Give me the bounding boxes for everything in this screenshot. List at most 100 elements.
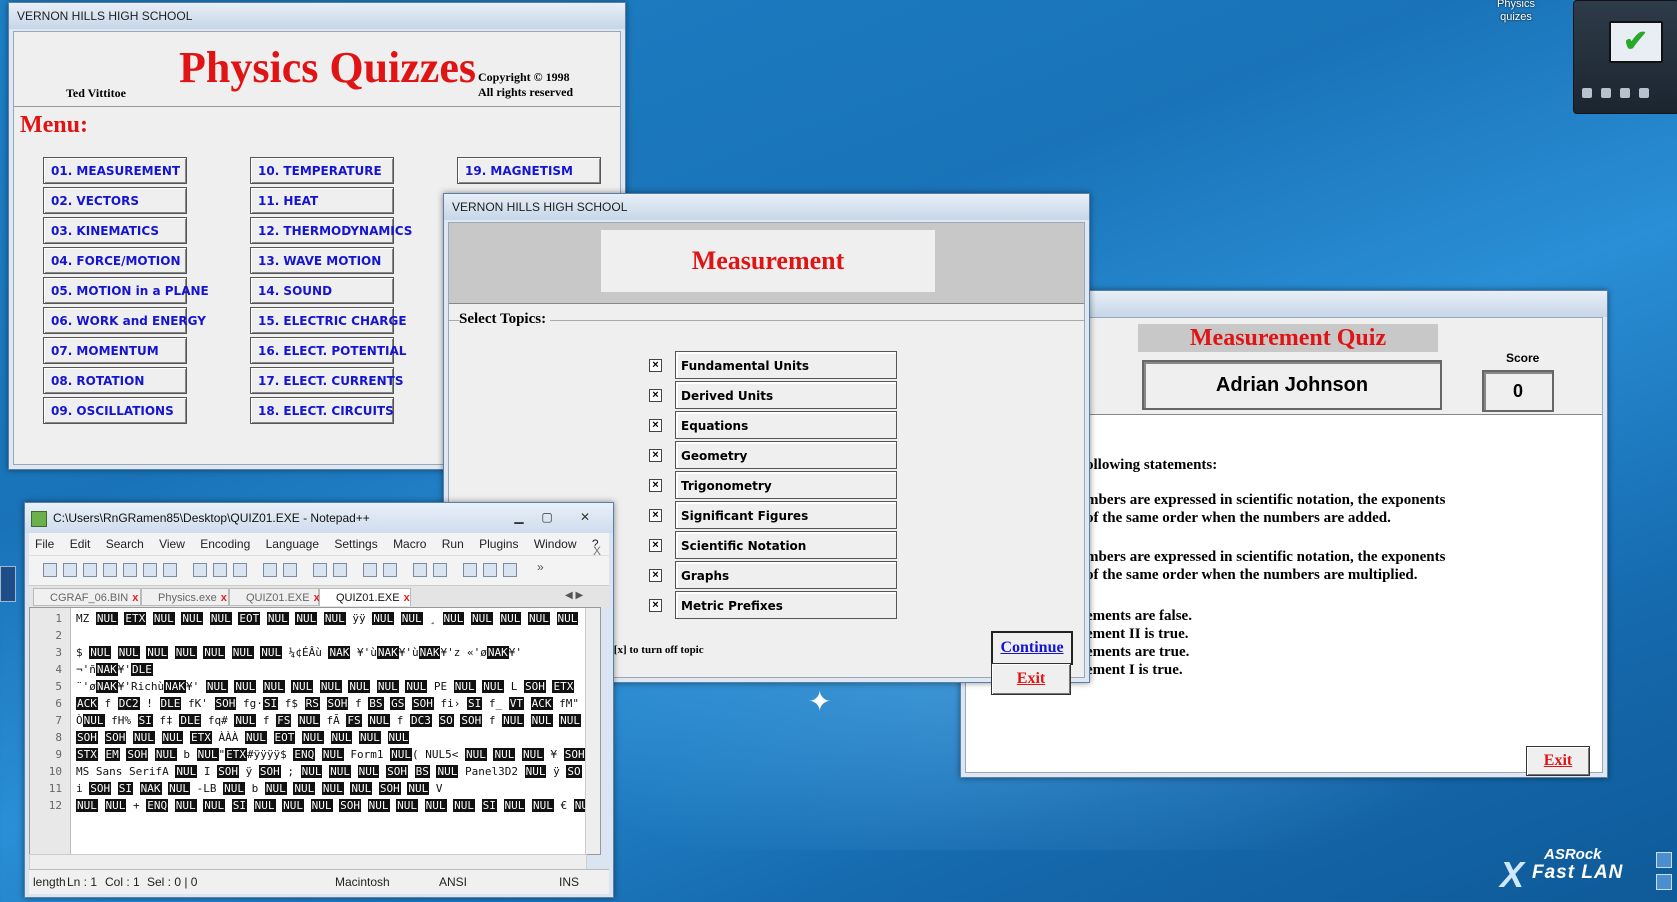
vertical-scrollbar[interactable]	[585, 608, 600, 854]
code-line: MZ NUL ETX NUL NUL NUL EOT NUL NUL NUL ÿ…	[76, 612, 579, 625]
window-title[interactable]: VERNON HILLS HIGH SCHOOL	[444, 194, 1089, 220]
menu-macro[interactable]: Macro	[393, 537, 426, 551]
cut-icon[interactable]	[193, 563, 207, 577]
print-icon[interactable]	[163, 563, 177, 577]
topic-button-heat[interactable]: 11. HEAT	[250, 187, 394, 214]
replace-icon[interactable]	[333, 563, 347, 577]
exit-button[interactable]: Exit	[991, 663, 1071, 695]
topic-checkbox[interactable]: ×	[649, 419, 662, 432]
topic-button-rotation[interactable]: 08. ROTATION	[43, 367, 187, 394]
gadget-icon[interactable]	[1582, 88, 1592, 98]
gadget-icon[interactable]	[1639, 88, 1649, 98]
window-title[interactable]: VERNON HILLS HIGH SCHOOL	[9, 3, 625, 29]
topic-button-electric-charge[interactable]: 15. ELECTRIC CHARGE	[250, 307, 407, 334]
topic-button-kinematics[interactable]: 03. KINEMATICS	[43, 217, 187, 244]
topic-button-momentum[interactable]: 07. MOMENTUM	[43, 337, 187, 364]
topic-button-elect-currents[interactable]: 17. ELECT. CURRENTS	[250, 367, 403, 394]
topic-button-sound[interactable]: 14. SOUND	[250, 277, 394, 304]
save-all-icon[interactable]	[103, 563, 117, 577]
topic-checkbox[interactable]: ×	[649, 449, 662, 462]
topic-checkbox[interactable]: ×	[649, 539, 662, 552]
menu-run[interactable]: Run	[442, 537, 464, 551]
show-all-chars-icon[interactable]	[483, 563, 497, 577]
tab-scroll-icon[interactable]: ◀ ▶	[565, 590, 583, 601]
sync-vertical-icon[interactable]	[413, 563, 427, 577]
menu-language[interactable]: Language	[266, 537, 319, 551]
minimize-icon[interactable]: ▁	[507, 508, 531, 526]
line-number: 7	[55, 714, 62, 727]
close-all-icon[interactable]	[143, 563, 157, 577]
topic-button-wave-motion[interactable]: 13. WAVE MOTION	[250, 247, 394, 274]
menu-search[interactable]: Search	[106, 537, 144, 551]
new-file-icon[interactable]	[43, 563, 57, 577]
tab-cgraf[interactable]: CGRAF_06.BIN x	[33, 588, 141, 606]
tray-icon[interactable]	[1656, 852, 1672, 868]
menu-file[interactable]: File	[35, 537, 54, 551]
desktop-shortcut-label[interactable]: Physics quizes	[1494, 0, 1538, 24]
topic-checkbox[interactable]: ×	[649, 479, 662, 492]
topic-button-elect-circuits[interactable]: 18. ELECT. CIRCUITS	[250, 397, 394, 424]
line-number: 11	[48, 782, 62, 795]
answer-option[interactable]: ements are false.	[1086, 607, 1192, 626]
topic-button-work-energy[interactable]: 06. WORK and ENERGY	[43, 307, 206, 334]
gadget-icon[interactable]	[1601, 88, 1611, 98]
answer-option[interactable]: ements are true.	[1086, 643, 1189, 662]
horizontal-scrollbar[interactable]	[29, 854, 587, 870]
menu-plugins[interactable]: Plugins	[479, 537, 518, 551]
desktop-icon-partial[interactable]	[0, 566, 16, 602]
topic-checkbox[interactable]: ×	[649, 389, 662, 402]
notepadpp-window: C:\Users\RnGRamen85\Desktop\QUIZ01.EXE -…	[24, 502, 614, 898]
menu-view[interactable]: View	[159, 537, 185, 551]
topic-checkbox[interactable]: ×	[649, 569, 662, 582]
menu-encoding[interactable]: Encoding	[200, 537, 250, 551]
save-icon[interactable]	[83, 563, 97, 577]
close-icon[interactable]: ✕	[573, 508, 597, 526]
toolbar-overflow-icon[interactable]: »	[537, 560, 544, 574]
word-wrap-icon[interactable]	[463, 563, 477, 577]
topic-checkbox[interactable]: ×	[649, 509, 662, 522]
gadget-icon[interactable]	[1620, 88, 1630, 98]
topic-button-measurement[interactable]: 01. MEASUREMENT	[43, 157, 187, 184]
menu-settings[interactable]: Settings	[334, 537, 377, 551]
tab-close-icon[interactable]: x	[221, 592, 227, 604]
topic-checkbox[interactable]: ×	[649, 359, 662, 372]
sync-horizontal-icon[interactable]	[433, 563, 447, 577]
paste-icon[interactable]	[233, 563, 247, 577]
asrock-fastlan-widget[interactable]: X ASRock Fast LAN	[1486, 842, 1646, 902]
undo-icon[interactable]	[263, 563, 277, 577]
find-icon[interactable]	[313, 563, 327, 577]
tab-quiz01-exe[interactable]: QUIZ01.EXE x	[229, 588, 320, 606]
code-editor[interactable]: 1 2 3 4 5 6 7 8 9 10 11 12 MZ NUL ETX NU…	[29, 607, 601, 855]
redo-icon[interactable]	[283, 563, 297, 577]
menu-edit[interactable]: Edit	[70, 537, 91, 551]
open-file-icon[interactable]	[63, 563, 77, 577]
continue-button[interactable]: Continue	[991, 631, 1073, 665]
tab-quiz01-exe-active[interactable]: QUIZ01.EXE x	[319, 588, 411, 606]
topic-button-magnetism[interactable]: 19. MAGNETISM	[457, 157, 601, 184]
topic-button-vectors[interactable]: 02. VECTORS	[43, 187, 187, 214]
topic-button-force-motion[interactable]: 04. FORCE/MOTION	[43, 247, 187, 274]
tab-close-icon[interactable]: x	[132, 592, 138, 604]
menu-window[interactable]: Window	[534, 537, 577, 551]
zoom-out-icon[interactable]	[383, 563, 397, 577]
tab-physics-exe[interactable]: Physics.exe x	[141, 588, 229, 606]
window-title[interactable]: C:\Users\RnGRamen85\Desktop\QUIZ01.EXE -…	[25, 503, 613, 533]
close-file-icon[interactable]	[123, 563, 137, 577]
zoom-in-icon[interactable]	[363, 563, 377, 577]
topic-checkbox[interactable]: ×	[649, 599, 662, 612]
desktop-gadget[interactable]: ✔	[1573, 0, 1677, 114]
indent-guide-icon[interactable]	[503, 563, 517, 577]
exit-button[interactable]: Exit	[1526, 746, 1590, 776]
topic-button-oscillations[interactable]: 09. OSCILLATIONS	[43, 397, 187, 424]
copy-icon[interactable]	[213, 563, 227, 577]
topic-button-elect-potential[interactable]: 16. ELECT. POTENTIAL	[250, 337, 406, 364]
maximize-icon[interactable]: ▢	[535, 508, 559, 526]
topic-button-temperature[interactable]: 10. TEMPERATURE	[250, 157, 394, 184]
tray-icon[interactable]	[1656, 874, 1672, 890]
topic-button-motion-plane[interactable]: 05. MOTION in a PLANE	[43, 277, 209, 304]
topic-label: Metric Prefixes	[675, 591, 897, 619]
topic-button-thermodynamics[interactable]: 12. THERMODYNAMICS	[250, 217, 412, 244]
answer-option[interactable]: ement II is true.	[1086, 625, 1188, 644]
answer-option[interactable]: ement I is true.	[1086, 661, 1183, 680]
tab-close-icon[interactable]: x	[404, 592, 410, 604]
